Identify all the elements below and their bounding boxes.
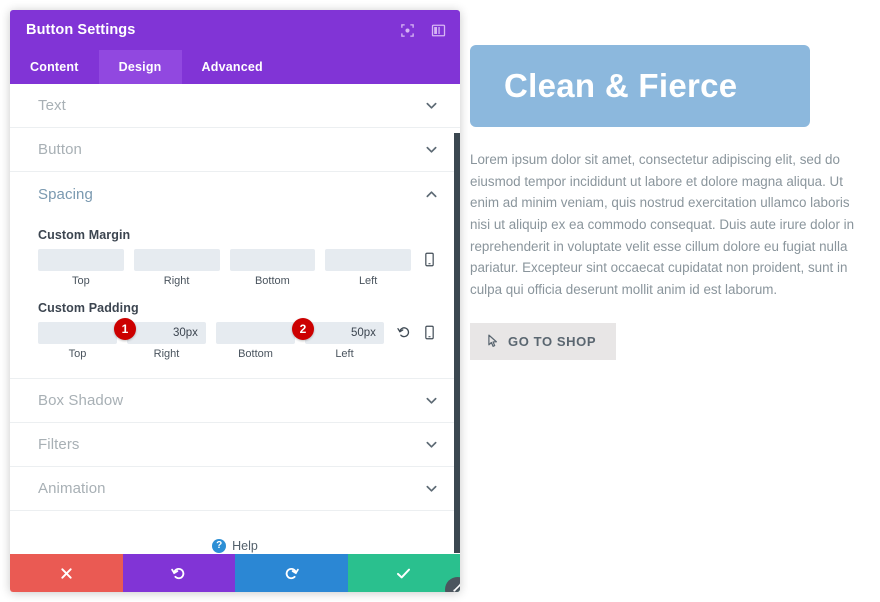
section-filters-label: Filters [38,436,80,453]
custom-padding-row: Top 1 Right Bottom [38,318,438,360]
panel-body: Text Button Spacing Custom Margin Top Ri… [10,84,460,554]
checkmark-icon [396,567,411,580]
section-spacing-label: Spacing [38,185,93,203]
preview-paragraph: Lorem ipsum dolor sit amet, consectetur … [470,151,855,298]
panel-tabs: Content Design Advanced [10,50,460,84]
margin-right-caption: Right [163,275,190,287]
hero-banner: Clean & Fierce [470,45,810,127]
section-button[interactable]: Button [10,128,460,172]
margin-bottom-caption: Bottom [254,275,290,287]
annotation-badge-2: 2 [292,318,314,340]
mobile-device-icon[interactable] [424,325,438,341]
margin-left-cell: Left [325,249,411,287]
padding-top-cell: Top [38,322,117,360]
tab-design[interactable]: Design [98,50,182,84]
custom-margin-group: Custom Margin Top Right Bottom Left [38,228,438,287]
section-text-label: Text [38,97,66,114]
undo-button[interactable] [122,554,235,592]
padding-top-caption: Top [68,348,87,360]
padding-left-caption: Left [335,348,354,360]
section-box-shadow[interactable]: Box Shadow [10,379,460,423]
padding-right-caption: Right [153,348,180,360]
redo-button[interactable] [235,554,348,592]
undo-arrow-icon [171,566,186,581]
custom-margin-label: Custom Margin [38,228,131,242]
spacing-section-body: Custom Margin Top Right Bottom Left Cust… [10,216,460,379]
chevron-down-icon [425,143,438,156]
panel-title: Button Settings [26,22,136,38]
section-animation-label: Animation [38,480,106,497]
page-preview: Clean & Fierce Lorem ipsum dolor sit ame… [470,0,880,602]
mobile-device-icon[interactable] [424,252,438,268]
annotation-badge-1: 1 [114,318,136,340]
padding-bottom-cell: Bottom [216,322,295,360]
layout-columns-icon[interactable] [431,23,446,38]
margin-bottom-input[interactable] [229,249,316,271]
custom-padding-group: Custom Padding Top 1 Right [38,301,438,360]
cancel-button[interactable] [10,554,123,592]
padding-right-input[interactable] [127,322,206,344]
focus-target-icon[interactable] [400,23,415,38]
hero-title: Clean & Fierce [504,67,738,104]
padding-right-cell: 1 Right [114,318,206,360]
cursor-pointer-icon [487,334,499,348]
chevron-down-icon [425,99,438,112]
margin-top-cell: Top [38,249,124,287]
reset-undo-icon[interactable] [397,325,411,341]
go-to-shop-label: GO TO SHOP [508,333,597,349]
margin-row-icons [424,249,438,268]
chevron-down-icon [425,394,438,407]
chevron-down-icon [425,438,438,451]
tab-advanced[interactable]: Advanced [182,50,283,84]
section-animation[interactable]: Animation [10,467,460,511]
margin-right-input[interactable] [133,249,220,271]
margin-bottom-cell: Bottom [229,249,316,287]
padding-bottom-caption: Bottom [238,348,273,360]
button-settings-panel: Button Settings Content Design Advanced … [10,10,460,592]
margin-left-input[interactable] [325,249,411,271]
padding-row-icons [397,322,438,341]
margin-top-input[interactable] [38,249,124,271]
help-label: Help [232,539,258,553]
panel-header-icons [400,23,446,38]
app-root: Button Settings Content Design Advanced … [0,0,880,602]
chevron-down-icon [425,482,438,495]
go-to-shop-button[interactable]: GO TO SHOP [470,322,617,360]
margin-top-caption: Top [72,275,90,287]
section-spacing[interactable]: Spacing [10,172,460,216]
save-button[interactable] [347,554,460,592]
chevron-up-icon [425,188,438,201]
resize-diagonal-icon [451,581,460,593]
margin-right-cell: Right [133,249,220,287]
section-filters[interactable]: Filters [10,423,460,467]
section-text[interactable]: Text [10,84,460,128]
question-mark-icon: ? [212,539,227,553]
tab-content[interactable]: Content [10,50,99,84]
padding-left-input[interactable] [305,322,384,344]
section-button-label: Button [38,141,82,158]
padding-left-cell: 2 Left [292,318,384,360]
close-x-icon [60,567,73,580]
padding-top-input[interactable] [38,322,117,344]
panel-header: Button Settings [10,10,460,50]
margin-left-caption: Left [358,275,378,287]
custom-padding-label: Custom Padding [38,301,139,315]
panel-action-bar [10,554,460,592]
custom-margin-row: Top Right Bottom Left [38,249,438,287]
section-box-shadow-label: Box Shadow [38,392,124,409]
redo-arrow-icon [284,566,299,581]
panel-scrollbar[interactable] [454,133,460,553]
padding-bottom-input[interactable] [216,322,295,344]
help-link[interactable]: ? Help [10,511,460,553]
